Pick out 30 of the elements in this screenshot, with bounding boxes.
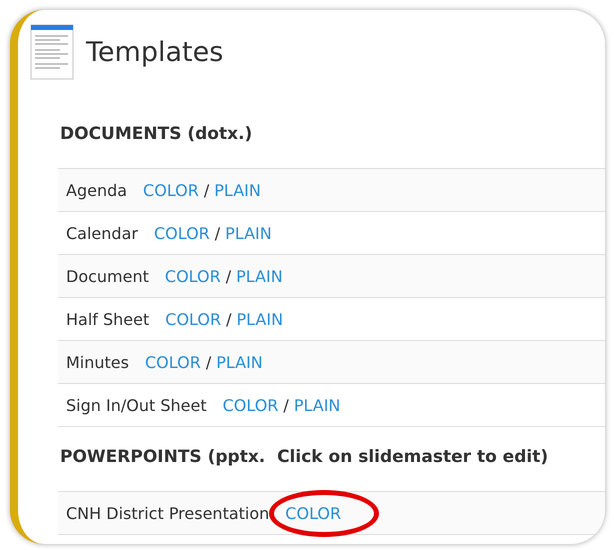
separator-text: / xyxy=(226,310,232,328)
template-name: Minutes xyxy=(66,352,129,372)
template-name: CNH District Presentation xyxy=(66,504,270,522)
template-link[interactable]: COLOR xyxy=(222,396,278,414)
template-link[interactable]: PLAIN xyxy=(236,266,283,286)
template-link[interactable]: COLOR xyxy=(164,266,221,286)
template-link[interactable]: COLOR xyxy=(285,504,342,522)
page-title: Templates xyxy=(86,36,224,68)
template-name: Document xyxy=(66,266,149,286)
template-name: Half Sheet xyxy=(66,310,150,328)
template-link[interactable]: PLAIN xyxy=(225,224,272,242)
template-name: Agenda xyxy=(66,180,128,200)
separator-text: / xyxy=(214,224,220,242)
template-link[interactable]: PLAIN xyxy=(236,310,284,328)
template-link[interactable]: PLAIN xyxy=(214,180,261,200)
template-name: Calendar xyxy=(66,224,138,242)
template-name: Sign In/Out Sheet xyxy=(66,396,207,414)
template-link[interactable]: PLAIN xyxy=(294,396,340,414)
section-heading: POWERPOINTS (pptx. Click on slidemaster to edit) xyxy=(59,446,550,469)
template-link[interactable]: COLOR xyxy=(144,352,201,372)
separator-text: / xyxy=(226,266,232,286)
separator-text: / xyxy=(206,352,212,372)
separator-text: / xyxy=(204,180,210,200)
separator-text: / xyxy=(283,396,289,414)
template-link[interactable]: COLOR xyxy=(143,180,199,200)
section-heading: DOCUMENTS (dotx.) xyxy=(59,123,254,146)
document-icon xyxy=(30,24,74,80)
template-link[interactable]: COLOR xyxy=(154,224,210,242)
template-link[interactable]: PLAIN xyxy=(216,352,263,372)
template-link[interactable]: COLOR xyxy=(165,310,222,328)
